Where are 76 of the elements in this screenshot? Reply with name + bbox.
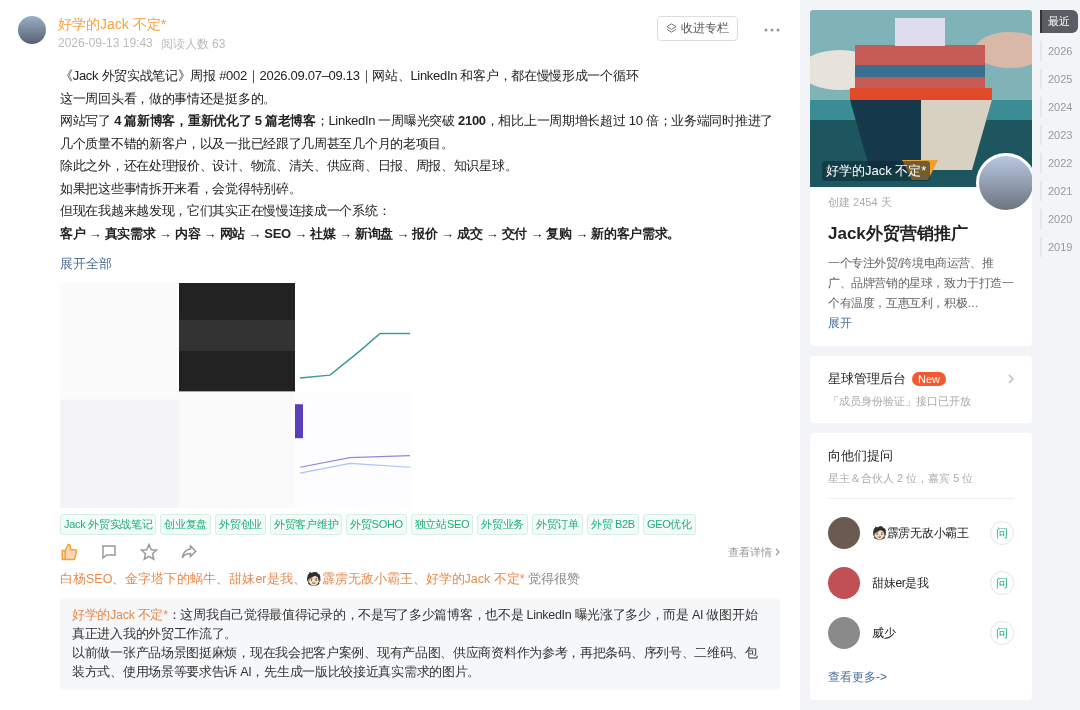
person-avatar[interactable] bbox=[828, 567, 860, 599]
post-date: 2026-09-13 19:43 bbox=[58, 36, 153, 52]
topic-tag[interactable]: 外贸客户维护 bbox=[270, 514, 343, 535]
topic-tag[interactable]: 外贸SOHO bbox=[346, 514, 407, 535]
post-paragraph: 但现在我越来越发现，它们其实正在慢慢连接成一个系统： bbox=[60, 202, 392, 220]
liker-name[interactable]: 金字塔下的蜗牛 bbox=[125, 572, 217, 586]
topic-tag[interactable]: 独立站SEO bbox=[410, 514, 474, 535]
expand-link[interactable]: 展开 bbox=[828, 315, 852, 332]
year-tab[interactable]: 2024 bbox=[1040, 97, 1079, 117]
topic-tag[interactable]: 创业复盘 bbox=[160, 514, 212, 535]
collect-button[interactable]: 收进专栏 bbox=[657, 16, 738, 41]
year-tab[interactable]: 2020 bbox=[1040, 209, 1079, 229]
person-avatar[interactable] bbox=[828, 517, 860, 549]
details-link[interactable]: 查看详情 bbox=[728, 544, 780, 560]
topic-tag[interactable]: GEO优化 bbox=[642, 514, 696, 535]
post-title: 《Jack 外贸实战笔记》周报 #002｜2026.09.07–09.13｜网站、LinkedIn 和客户，都在慢慢形成一个循环 bbox=[60, 67, 640, 86]
topic-tag[interactable]: Jack 外贸实战笔记 bbox=[60, 514, 157, 535]
more-icon[interactable] bbox=[764, 28, 780, 32]
group-owner: 好学的Jack 不定* bbox=[822, 161, 931, 181]
comment-author[interactable]: 好学的Jack 不定* bbox=[72, 608, 168, 622]
liker-name[interactable]: 甜妹er是我 bbox=[229, 572, 293, 586]
star-icon[interactable] bbox=[140, 543, 158, 561]
separator: 、 bbox=[112, 572, 126, 586]
topic-tag[interactable]: 外贸订单 bbox=[532, 514, 583, 535]
separator: 、 bbox=[292, 572, 306, 586]
year-tab[interactable]: 2021 bbox=[1040, 181, 1079, 201]
post-paragraph: 客户 → 真实需求 → 内容 → 网站 → SEO → 社媒 → 新询盘 → 报价 → 成交 → 交付 → 复购 → 新的客户需求。 bbox=[60, 224, 682, 243]
expand-link[interactable]: 展开全部 bbox=[60, 255, 112, 273]
topic-tag[interactable]: 外贸业务 bbox=[477, 514, 529, 535]
comment-text: 以前做一张产品场景图挺麻烦，现在我会把客户案例、现有产品图、供应商资料作为参考，再把条码、序列号、二维码、包装方式、使用场景等要求告诉 AI，先生成一版比较接近真实需求的图片。 bbox=[72, 645, 759, 681]
admin-card[interactable]: 星球管理后台 New 「成员身份验证」接口已开放 bbox=[810, 356, 1032, 423]
likes-suffix: 觉得很赞 bbox=[528, 572, 581, 586]
admin-subtitle: 「成员身份验证」接口已开放 bbox=[828, 394, 972, 409]
comment-icon[interactable] bbox=[100, 543, 118, 561]
liker-name[interactable]: 🧑🏻霹雳无敌小霸王 bbox=[305, 572, 413, 586]
person-avatar[interactable] bbox=[828, 617, 860, 649]
group-name: Jack外贸营销推广 bbox=[828, 223, 969, 245]
post-paragraph: 这一周回头看，做的事情还是挺多的。 bbox=[60, 89, 277, 108]
separator: 、 bbox=[216, 572, 230, 586]
ask-title: 向他们提问 bbox=[828, 447, 894, 465]
person-name[interactable]: 甜妹er是我 bbox=[872, 574, 978, 592]
person-name[interactable]: 威少 bbox=[872, 624, 978, 642]
post-paragraph: 如果把这些事情拆开来看，会觉得特别碎。 bbox=[60, 179, 303, 198]
ask-button[interactable]: 问 bbox=[990, 521, 1014, 545]
year-tab[interactable]: 2026 bbox=[1040, 41, 1079, 61]
admin-title: 星球管理后台 bbox=[828, 370, 906, 388]
separator: 、 bbox=[412, 572, 426, 586]
read-count: 阅读人数 63 bbox=[160, 36, 226, 53]
comment-text: 好学的Jack 不定*：这周我自己觉得最值得记录的，不是写了多少篇博客，也不是 LinkedIn 曝光涨了多少，而是 AI 做图开始真正进入我的外贸工作流了。 bbox=[72, 607, 759, 643]
layers-icon bbox=[666, 23, 677, 34]
thumbs-up-icon[interactable] bbox=[60, 543, 78, 561]
year-tab[interactable]: 2025 bbox=[1040, 69, 1079, 89]
ask-subtitle: 星主＆合伙人 2 位，嘉宾 5 位 bbox=[828, 471, 1014, 499]
share-icon[interactable] bbox=[180, 543, 198, 561]
year-tab[interactable]: 最近 bbox=[1040, 10, 1079, 33]
year-tab[interactable]: 2022 bbox=[1040, 153, 1079, 173]
liker-name[interactable]: 好学的Jack 不定* bbox=[425, 572, 525, 586]
post-paragraph: 网站写了 4 篇新博客，重新优化了 5 篇老博客；LinkedIn 一周曝光突破 2100，相比上一周期增长超过 10 倍；业务端同时推进了几个质量不错的新客户，以及一批已经跟了几周甚至几个月的老项目。 bbox=[60, 112, 774, 153]
topic-tag[interactable]: 外贸创业 bbox=[215, 514, 266, 535]
topic-tag[interactable]: 外贸 B2B bbox=[586, 514, 639, 535]
ask-button[interactable]: 问 bbox=[990, 571, 1014, 595]
group-description: 一个专注外贸/跨境电商运营、推广、品牌营销的星球，致力于打造一个有温度，互惠互利，积极… bbox=[828, 256, 1014, 311]
person-name[interactable]: 🧑🏻霹雳无敌小霸王 bbox=[872, 524, 978, 542]
year-tab[interactable]: 2019 bbox=[1040, 237, 1079, 257]
created-days: 创建 2454 天 bbox=[828, 195, 1014, 210]
post-paragraph: 除此之外，还在处理报价、设计、物流、清关、供应商、日报、周报、知识星球。 bbox=[60, 157, 519, 175]
chevron-right-icon bbox=[1008, 374, 1014, 384]
author-avatar[interactable] bbox=[18, 16, 46, 44]
author-name[interactable]: 好学的Jack 不定* bbox=[58, 16, 226, 34]
year-tab[interactable]: 2023 bbox=[1040, 125, 1079, 145]
chevron-right-icon bbox=[775, 548, 780, 556]
ask-button[interactable]: 问 bbox=[990, 621, 1014, 645]
owner-avatar[interactable] bbox=[976, 153, 1032, 213]
more-link[interactable]: 查看更多-> bbox=[828, 669, 887, 686]
liker-name[interactable]: 白杨SEO bbox=[60, 572, 113, 586]
new-badge: New bbox=[912, 372, 946, 386]
